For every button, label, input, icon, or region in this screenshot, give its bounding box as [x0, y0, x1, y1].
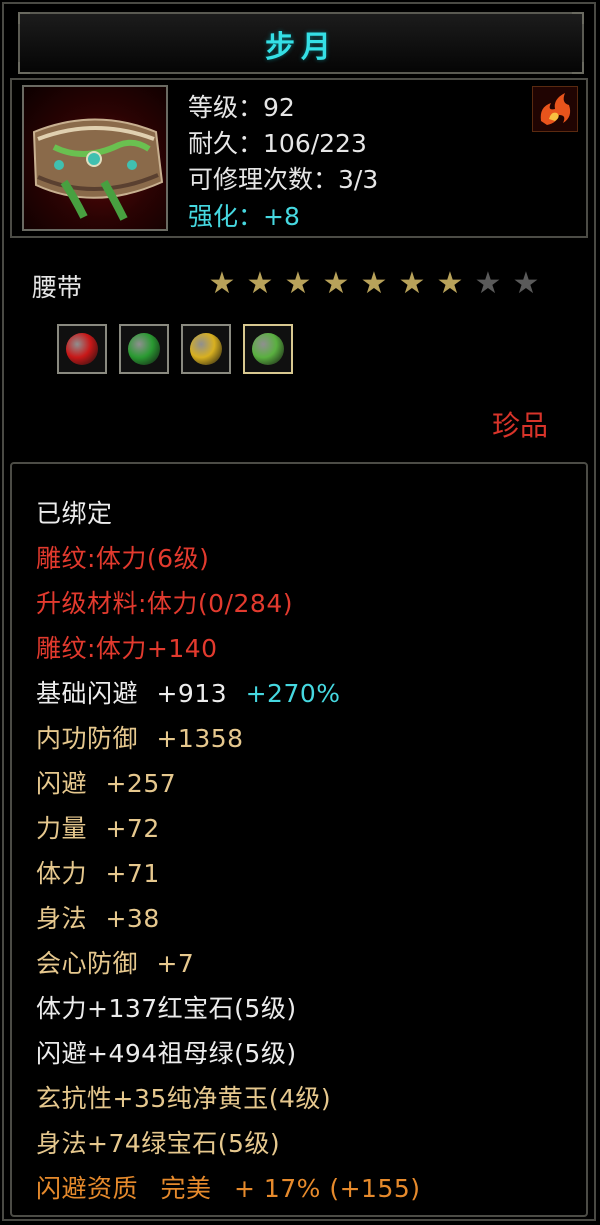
star-icon: ★ — [246, 266, 274, 301]
star-icon: ★ — [322, 266, 350, 301]
agility-value: +38 — [105, 904, 160, 933]
crit-defense-label: 会心防御 — [36, 949, 139, 978]
star-icon: ★ — [474, 266, 502, 301]
stamina-row: 体力 +71 — [36, 854, 160, 890]
dodge-row: 闪避 +257 — [36, 764, 176, 800]
agility-row: 身法 +38 — [36, 899, 160, 935]
quality-value: + 17% (+155) — [233, 1174, 421, 1203]
inner-defense-label: 内功防御 — [36, 724, 139, 753]
inner-defense-row: 内功防御 +1358 — [36, 719, 244, 755]
yellow-jade-gem-icon[interactable] — [181, 324, 231, 374]
strength-label: 力量 — [36, 814, 88, 843]
star-icon: ★ — [398, 266, 426, 301]
enhance-row: 强化：+8 — [188, 197, 300, 233]
enhance-value: +8 — [263, 202, 300, 231]
ruby-gem-icon[interactable] — [57, 324, 107, 374]
star-icon: ★ — [512, 266, 540, 301]
crit-defense-row: 会心防御 +7 — [36, 944, 194, 980]
star-icon: ★ — [208, 266, 236, 301]
gem-stat-3: 玄抗性+35纯净黄玉(4级) — [36, 1084, 332, 1113]
star-rating: ★ ★ ★ ★ ★ ★ ★ ★ ★ — [206, 266, 542, 302]
star-icon: ★ — [284, 266, 312, 301]
title-bar: 步月 — [18, 12, 584, 74]
base-dodge-label: 基础闪避 — [36, 679, 139, 708]
quality-row: 闪避资质 完美 + 17% (+155) — [36, 1169, 421, 1205]
durability-label: 耐久： — [188, 129, 264, 158]
emerald-gem-icon[interactable] — [119, 324, 169, 374]
star-icon: ★ — [436, 266, 464, 301]
engrave-level: 雕纹:体力(6级) — [36, 544, 210, 573]
slot-name: 腰带 — [32, 273, 83, 302]
bound-status: 已绑定 — [36, 499, 113, 528]
repair-row: 可修理次数：3/3 — [188, 160, 378, 196]
item-title: 步月 — [265, 30, 337, 65]
enhance-label: 强化： — [188, 202, 264, 231]
level-label: 等级： — [188, 93, 264, 122]
fire-emblem-icon — [532, 86, 578, 132]
gem-stat-1: 体力+137红宝石(5级) — [36, 994, 297, 1023]
inner-defense-value: +1358 — [156, 724, 244, 753]
stamina-value: +71 — [105, 859, 160, 888]
level-value: 92 — [263, 93, 295, 122]
base-dodge-value: +913 — [156, 679, 228, 708]
gem-slots — [57, 324, 293, 374]
quality-label: 闪避资质 — [36, 1174, 139, 1203]
green-gem-icon[interactable] — [243, 324, 293, 374]
agility-label: 身法 — [36, 904, 88, 933]
belt-icon — [22, 85, 168, 231]
dodge-value: +257 — [105, 769, 177, 798]
star-icon: ★ — [360, 266, 388, 301]
rarity-label: 珍品 — [492, 409, 549, 442]
durability-row: 耐久：106/223 — [188, 124, 367, 160]
upgrade-material: 升级材料:体力(0/284) — [36, 589, 293, 618]
gem-stat-4: 身法+74绿宝石(5级) — [36, 1129, 281, 1158]
strength-value: +72 — [105, 814, 160, 843]
crit-defense-value: +7 — [156, 949, 195, 978]
repair-value: 3/3 — [338, 165, 379, 194]
repair-label: 可修理次数： — [188, 165, 339, 194]
dodge-label: 闪避 — [36, 769, 88, 798]
durability-value: 106/223 — [263, 129, 367, 158]
engrave-bonus: 雕纹:体力+140 — [36, 634, 218, 663]
level-row: 等级：92 — [188, 88, 295, 124]
gem-stat-2: 闪避+494祖母绿(5级) — [36, 1039, 297, 1068]
base-dodge-row: 基础闪避 +913 +270% — [36, 674, 341, 710]
stamina-label: 体力 — [36, 859, 88, 888]
quality-grade: 完美 — [160, 1174, 212, 1203]
strength-row: 力量 +72 — [36, 809, 160, 845]
base-dodge-percent: +270% — [245, 679, 341, 708]
